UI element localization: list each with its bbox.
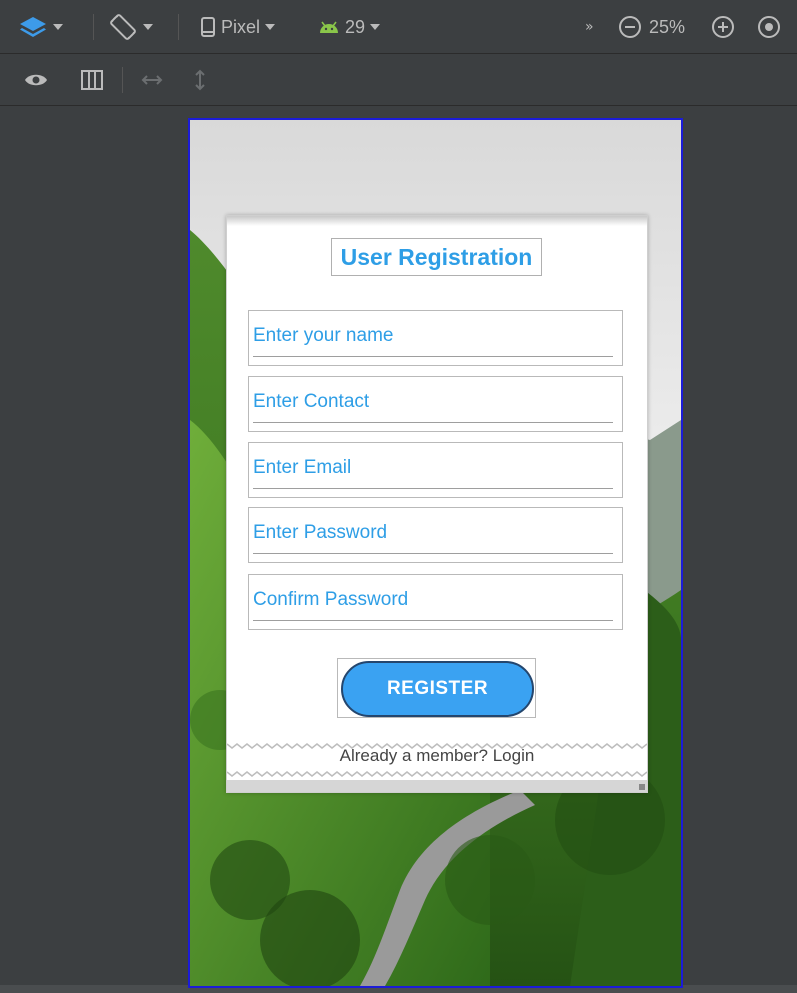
password-field: [248, 507, 623, 563]
login-link[interactable]: Already a member? Login: [227, 746, 647, 766]
expand-vertical-button[interactable]: [194, 54, 206, 106]
contact-input[interactable]: [253, 381, 613, 423]
design-toolbar: Pixel 29 » 25%: [0, 0, 797, 54]
card-top-shade: [227, 216, 647, 226]
email-input[interactable]: [253, 447, 613, 489]
expand-horizontal-button[interactable]: [140, 54, 164, 106]
phone-icon: [201, 17, 215, 37]
zoom-in-button[interactable]: [710, 0, 736, 54]
design-view-button[interactable]: [24, 54, 48, 106]
password-input[interactable]: [253, 512, 613, 554]
name-input[interactable]: [253, 315, 613, 357]
confirm-password-input[interactable]: [253, 579, 613, 621]
layers-dropdown[interactable]: [18, 0, 63, 54]
api-level-dropdown[interactable]: 29: [318, 0, 381, 54]
zoom-level: 25%: [649, 0, 685, 54]
android-icon: [320, 21, 338, 33]
api-level-label: 29: [345, 16, 366, 37]
form-title: User Registration: [331, 238, 542, 276]
resize-handle[interactable]: [639, 784, 645, 790]
toolbar-divider: [122, 67, 123, 93]
zoom-fit-icon: [758, 16, 780, 38]
device-label: Pixel: [221, 16, 261, 37]
device-preview: User Registration REGISTER Already a mem…: [188, 118, 683, 988]
eye-icon: [25, 74, 47, 86]
register-button[interactable]: REGISTER: [341, 661, 534, 717]
confirm-password-field: [248, 574, 623, 630]
zoom-label: 25%: [649, 16, 686, 37]
email-field: [248, 442, 623, 498]
device-dropdown[interactable]: Pixel: [200, 0, 276, 54]
zoom-in-icon: [712, 16, 734, 38]
vertical-resize-icon: [195, 69, 205, 91]
orientation-dropdown[interactable]: [108, 0, 153, 54]
contact-field: [248, 376, 623, 432]
chevron-down-icon: [370, 24, 381, 30]
rotate-icon: [110, 14, 136, 40]
columns-icon: [81, 70, 103, 90]
chevron-down-icon: [143, 24, 153, 30]
layers-icon: [20, 17, 46, 37]
blueprint-view-button[interactable]: [80, 54, 104, 106]
zoom-out-icon: [619, 16, 641, 38]
more-actions-button[interactable]: »: [585, 0, 594, 54]
name-field: [248, 310, 623, 366]
view-options-toolbar: [0, 54, 797, 106]
horizontal-resize-icon: [141, 75, 163, 85]
toolbar-divider: [93, 14, 94, 40]
zoom-out-button[interactable]: [617, 0, 643, 54]
register-button-frame: REGISTER: [337, 658, 536, 718]
more-label: »: [585, 19, 594, 35]
chevron-down-icon: [53, 24, 63, 30]
zoom-fit-button[interactable]: [756, 0, 782, 54]
chevron-down-icon: [265, 24, 276, 30]
registration-card: User Registration REGISTER Already a mem…: [226, 215, 648, 793]
toolbar-divider: [178, 14, 179, 40]
